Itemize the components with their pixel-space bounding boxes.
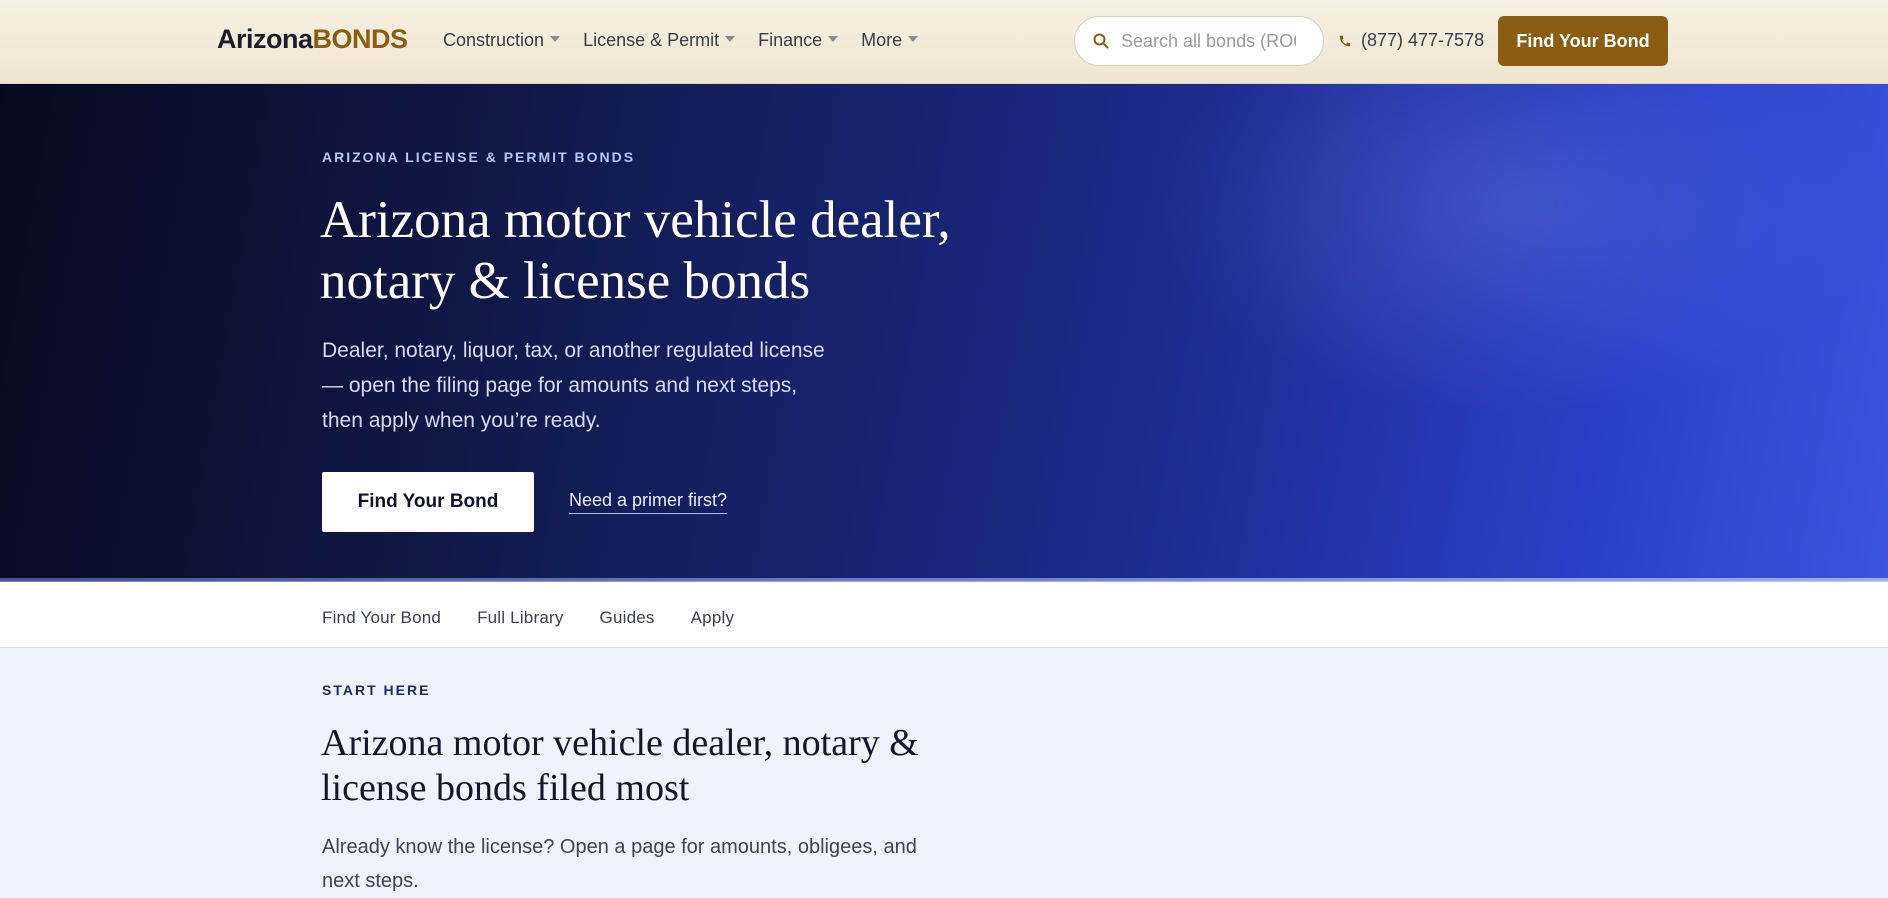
hero-title: Arizona motor vehicle dealer, notary & l… (320, 191, 951, 310)
nav-more[interactable]: More (861, 30, 919, 51)
hero-section (0, 84, 1888, 581)
nav-label: Finance (758, 30, 823, 50)
search-icon (1093, 33, 1109, 49)
nav-license-permit[interactable]: License & Permit (583, 30, 736, 51)
nav-label: More (861, 30, 903, 50)
chevron-down-icon (725, 35, 736, 42)
site-logo[interactable]: ArizonaBONDS (217, 24, 408, 55)
site-header: ArizonaBONDS Construction License & Perm… (0, 0, 1888, 84)
subnav-full-library[interactable]: Full Library (477, 608, 563, 628)
subnav-find-your-bond[interactable]: Find Your Bond (322, 608, 441, 628)
search-input[interactable] (1121, 30, 1296, 52)
nav-label: License & Permit (583, 30, 720, 50)
search-box[interactable] (1074, 16, 1324, 66)
chevron-down-icon (828, 35, 839, 42)
hero-find-bond-button[interactable]: Find Your Bond (322, 472, 534, 532)
nav-label: Construction (443, 30, 545, 50)
phone-number: (877) 477-7578 (1361, 30, 1485, 50)
main-nav: Construction License & Permit Finance Mo… (443, 30, 941, 51)
phone-icon (1339, 35, 1351, 46)
section-subtitle: Already know the license? Open a page fo… (322, 836, 917, 892)
hero-eyebrow: ARIZONA LICENSE & PERMIT BONDS (322, 149, 636, 165)
nav-finance[interactable]: Finance (758, 30, 839, 51)
logo-accent-text: BONDS (312, 24, 409, 54)
primer-link[interactable]: Need a primer first? (569, 490, 728, 514)
chevron-down-icon (908, 35, 919, 42)
hero-subtitle: Dealer, notary, liquor, tax, or another … (322, 339, 825, 432)
subnav-guides[interactable]: Guides (600, 608, 655, 628)
nav-construction[interactable]: Construction (443, 30, 561, 51)
section-title: Arizona motor vehicle dealer, notary & l… (321, 722, 919, 809)
section-nav: Find Your Bond Full Library Guides Apply (0, 582, 1888, 648)
phone-link[interactable]: (877) 477-7578 (1338, 30, 1484, 51)
subnav-apply[interactable]: Apply (691, 608, 735, 628)
chevron-down-icon (550, 35, 561, 42)
header-find-bond-button[interactable]: Find Your Bond (1498, 16, 1668, 66)
logo-primary-text: Arizona (217, 24, 313, 54)
section-eyebrow: START HERE (322, 682, 431, 698)
